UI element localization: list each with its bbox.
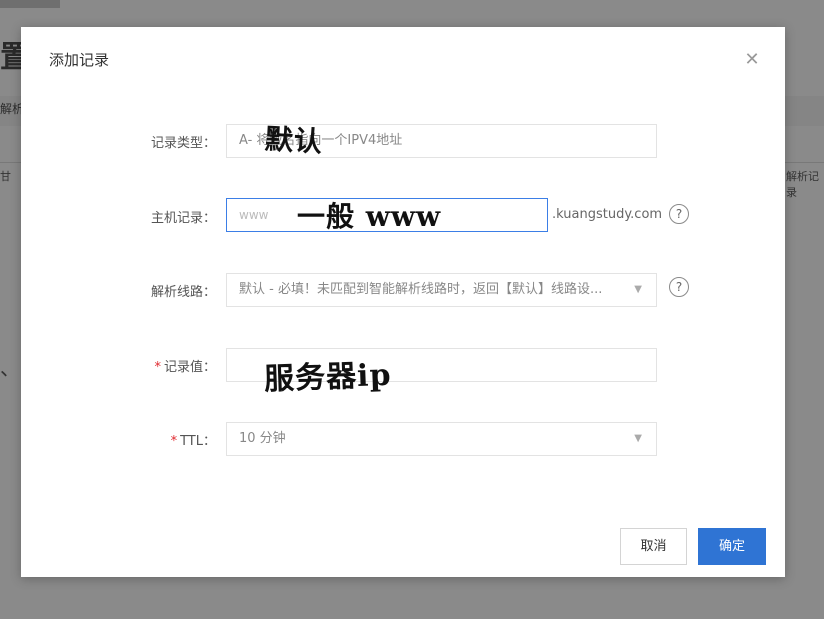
background-column: 甘 [0, 170, 11, 183]
confirm-button[interactable]: 确定 [698, 528, 766, 565]
background-mark: 、 [0, 356, 20, 380]
ttl-label-text: TTL： [180, 434, 216, 449]
resolution-line-select[interactable]: 默认 - 必填！未匹配到智能解析线路时，返回【默认】线路设... ▼ [226, 273, 657, 307]
dialog-title: 添加记录 [49, 51, 110, 69]
required-mark: * [170, 434, 178, 449]
add-record-dialog: 添加记录 ✕ 记录类型： A- 将域名指向一个IPV4地址 主机记录： www … [21, 27, 785, 577]
domain-suffix: .kuangstudy.com [552, 207, 663, 222]
background-topbar [0, 0, 60, 8]
ttl-value: 10 分钟 [239, 431, 286, 446]
required-mark: * [154, 360, 161, 375]
question-circle-icon[interactable]: ? [669, 277, 689, 297]
host-record-value: www [239, 208, 269, 222]
resolution-line-value: 默认 - 必填！未匹配到智能解析线路时，返回【默认】线路设... [239, 282, 603, 297]
handwritten-note-value: 服务器ip [263, 357, 393, 398]
ttl-label: * TTL： [126, 430, 216, 449]
record-type-label: 记录类型： [150, 136, 216, 151]
handwritten-note-host: 一般 www [297, 200, 442, 233]
record-value-label-text: 记录值： [163, 360, 216, 375]
question-circle-icon[interactable]: ? [669, 204, 689, 224]
handwritten-note-default: 默认 [264, 122, 324, 159]
chevron-down-icon: ▼ [634, 433, 642, 444]
record-value-label: * 记录值： [126, 356, 216, 375]
close-icon[interactable]: ✕ [741, 49, 763, 71]
chevron-down-icon: ▼ [634, 284, 642, 295]
cancel-button[interactable]: 取消 [620, 528, 687, 565]
background-right-text: 解析记录 [786, 170, 819, 199]
host-record-label: 主机记录： [150, 211, 216, 226]
resolution-line-label: 解析线路： [150, 285, 216, 300]
ttl-select[interactable]: 10 分钟 ▼ [226, 422, 657, 456]
